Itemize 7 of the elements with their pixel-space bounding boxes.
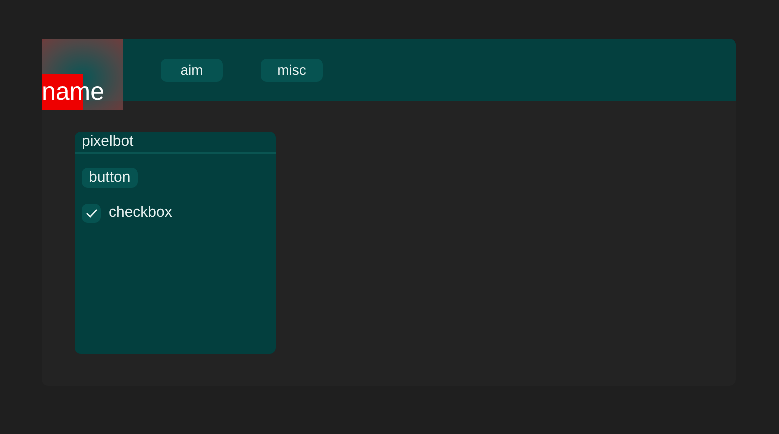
check-icon bbox=[86, 208, 98, 218]
tab[interactable]: misc bbox=[261, 58, 323, 82]
button[interactable]: button bbox=[82, 168, 138, 188]
checkbox[interactable] bbox=[82, 204, 101, 223]
window-title: pixelbot bbox=[82, 132, 134, 152]
checkbox-label: checkbox bbox=[109, 203, 172, 223]
tab[interactable]: aim bbox=[161, 58, 223, 82]
